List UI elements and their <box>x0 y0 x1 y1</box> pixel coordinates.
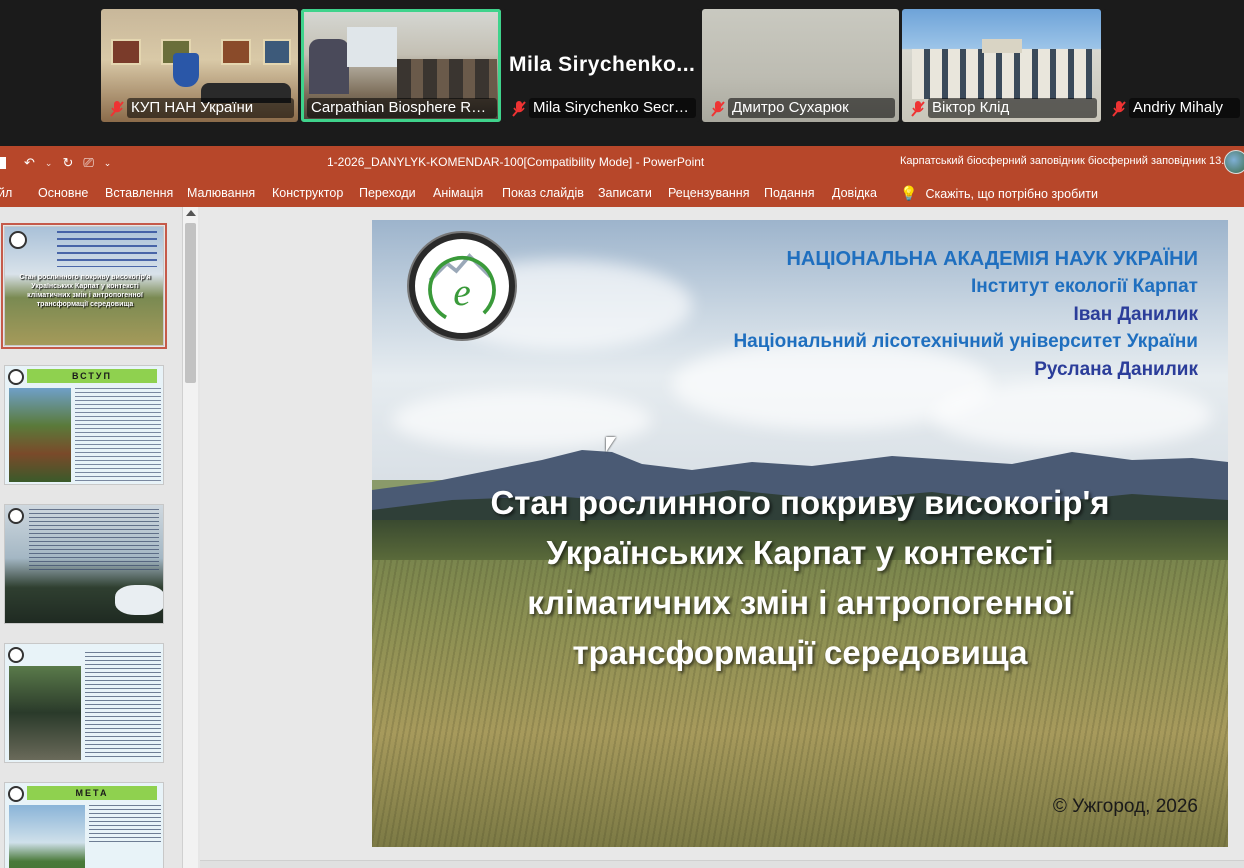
thumbnail-heading: МЕТА <box>27 786 157 800</box>
tab-record[interactable]: Записати <box>598 186 652 200</box>
participant-tile-dmytro[interactable]: Дмитро Сухарюк <box>702 9 899 122</box>
tab-slideshow[interactable]: Показ слайдів <box>502 186 584 200</box>
account-avatar[interactable] <box>1224 150 1244 174</box>
logo-icon <box>8 369 24 385</box>
mic-muted-icon <box>1112 101 1126 117</box>
slide-title-line: Стан рослинного покриву високогір'я <box>490 484 1110 521</box>
status-bar <box>200 860 1244 868</box>
copyright-text: © Ужгород, 2026 <box>1052 796 1198 817</box>
slide-thumbnail-2[interactable]: ВСТУП <box>4 365 164 485</box>
tab-draw[interactable]: Малювання <box>187 186 255 200</box>
undo-icon[interactable]: ↶ <box>24 155 35 171</box>
slide-thumbnail-3[interactable] <box>4 504 164 624</box>
customize-qat-icon[interactable]: ⌄ <box>104 158 112 169</box>
logo-icon <box>9 231 27 249</box>
slide-thumbnail-4[interactable] <box>4 643 164 763</box>
slide-title-line: кліматичних змін і антропогенної <box>527 584 1073 621</box>
tab-design[interactable]: Конструктор <box>272 186 343 200</box>
slide-canvas[interactable]: e НАЦІОНАЛЬНА АКАДЕМІЯ НАУК УКРАЇНИ Інст… <box>372 220 1228 847</box>
tab-animations[interactable]: Анімація <box>433 186 483 200</box>
logo-icon <box>8 508 24 524</box>
institute-logo: e <box>409 233 515 339</box>
ribbon-tabs: йл Основне Вставлення Малювання Конструк… <box>0 179 1244 207</box>
header-academy: НАЦІОНАЛЬНА АКАДЕМІЯ НАУК УКРАЇНИ <box>786 248 1198 270</box>
scrollbar-thumb[interactable] <box>185 223 196 383</box>
header-author-1: Іван Данилик <box>1073 304 1198 325</box>
tab-insert[interactable]: Вставлення <box>105 186 173 200</box>
meeting-title: Карпатський біосферний заповідник біосфе… <box>900 155 1244 167</box>
mic-muted-icon <box>711 101 725 117</box>
presenter-icon[interactable]: ⎚ <box>83 155 93 171</box>
participant-name: Andriy Mihaly <box>1129 98 1240 118</box>
slide-title-line: трансформації середовища <box>572 634 1028 671</box>
redo-icon[interactable]: ↻ <box>62 155 73 171</box>
logo-icon <box>8 786 24 802</box>
thumbnail-title: Стан рослинного покриву високогір'я Укра… <box>19 274 151 308</box>
screen: КУП НАН України Carpathian Biosphere Res… <box>0 0 1244 868</box>
save-icon[interactable] <box>0 157 6 169</box>
tell-me-search[interactable]: 💡 Скажіть, що потрібно зробити <box>900 185 1098 202</box>
tab-home[interactable]: Основне <box>38 186 88 200</box>
participant-name: Carpathian Biosphere Res... <box>307 98 497 118</box>
video-participants-strip: КУП НАН України Carpathian Biosphere Res… <box>0 0 1244 146</box>
participant-placeholder-name: Mila Sirychenko... <box>509 53 696 76</box>
tab-transitions[interactable]: Переходи <box>359 186 416 200</box>
header-university: Національний лісотехнічний університет У… <box>733 331 1198 352</box>
scroll-up-icon[interactable] <box>186 210 196 216</box>
mic-muted-icon <box>911 101 925 117</box>
header-author-2: Руслана Данилик <box>1034 359 1198 380</box>
participant-name: КУП НАН України <box>127 98 294 118</box>
document-title: 1-2026_DANYLYK-KOMENDAR-100[Compatibilit… <box>327 155 705 169</box>
tab-help[interactable]: Довідка <box>832 186 877 200</box>
participant-tile-kup[interactable]: КУП НАН України <box>101 9 298 122</box>
title-bar: ↶ ⌄ ↻ ⎚ ⌄ 1-2026_DANYLYK-KOMENDAR-100[Co… <box>0 146 1244 179</box>
mountain-logo-icon: e <box>428 253 496 324</box>
slide-title-line: Українських Карпат у контексті <box>546 534 1054 571</box>
thumbnails-scrollbar[interactable] <box>182 207 198 868</box>
header-institute: Інститут екології Карпат <box>970 276 1198 297</box>
tab-review[interactable]: Рецензування <box>668 186 749 200</box>
svg-text:e: e <box>453 270 471 314</box>
participant-tile-viktor[interactable]: Віктор Клід <box>902 9 1101 122</box>
participant-tile-andriy[interactable]: Andriy Mihaly <box>1103 9 1244 122</box>
emblem-icon <box>173 53 199 87</box>
participant-name: Дмитро Сухарюк <box>728 98 895 118</box>
tab-file[interactable]: йл <box>0 186 12 200</box>
participant-tile-carpathian[interactable]: Carpathian Biosphere Res... <box>301 9 501 122</box>
tell-me-label: Скажіть, що потрібно зробити <box>925 186 1098 201</box>
slide-thumbnails-pane: Стан рослинного покриву високогір'я Укра… <box>0 207 200 868</box>
tab-view[interactable]: Подання <box>764 186 814 200</box>
mouse-cursor-icon <box>606 437 616 452</box>
mic-muted-icon <box>110 101 124 117</box>
participant-name: Mila Sirychenko Secret... <box>529 98 696 118</box>
slide-thumbnail-1[interactable]: Стан рослинного покриву високогір'я Укра… <box>1 223 167 349</box>
quick-access-toolbar: ↶ ⌄ ↻ ⎚ ⌄ <box>0 153 111 173</box>
logo-icon <box>8 647 24 663</box>
undo-dropdown-icon[interactable]: ⌄ <box>45 158 53 169</box>
slide-title: Стан рослинного покриву високогір'я Укра… <box>412 478 1188 678</box>
powerpoint-window: ↶ ⌄ ↻ ⎚ ⌄ 1-2026_DANYLYK-KOMENDAR-100[Co… <box>0 146 1244 868</box>
slide-thumbnail-5[interactable]: МЕТА <box>4 782 164 868</box>
mic-muted-icon <box>512 101 526 117</box>
lightbulb-icon: 💡 <box>900 185 918 201</box>
participant-name: Віктор Клід <box>928 98 1097 118</box>
thumbnail-heading: ВСТУП <box>27 369 157 383</box>
participant-tile-mila[interactable]: Mila Sirychenko... Mila Sirychenko Secre… <box>503 9 700 122</box>
